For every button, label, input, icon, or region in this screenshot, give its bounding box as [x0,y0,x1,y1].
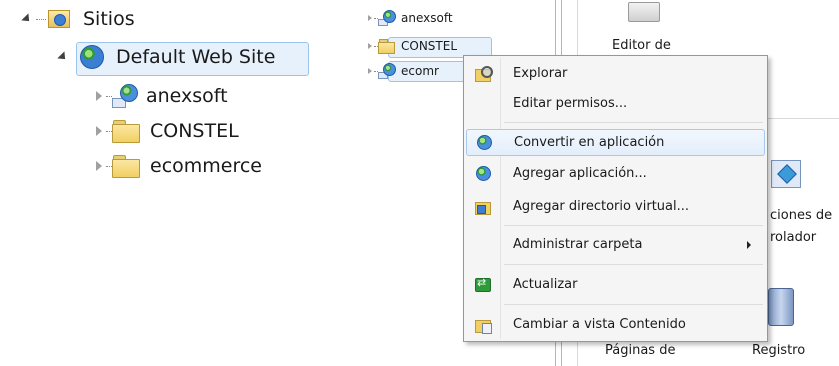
tree-node-sitios[interactable]: Sitios [20,8,135,30]
feature-label: ciones de [770,208,833,223]
sites-icon [48,10,70,28]
menu-separator [504,225,763,226]
menu-item-administrar-carpeta[interactable]: Administrar carpeta [466,231,765,258]
application-icon [378,63,396,79]
menu-item-agregar-aplicacion[interactable]: Agregar aplicación... [466,160,765,187]
menu-item-cambiar-a-vista-contenido[interactable]: Cambiar a vista Contenido [466,311,765,338]
application-icon [378,10,396,26]
feature-label: Páginas de [605,343,676,358]
virtual-directory-icon [475,200,491,215]
expand-arrow-icon[interactable] [368,43,372,49]
tree-node-label: Default Web Site [116,46,276,68]
expand-arrow-icon[interactable] [92,159,106,173]
tree-node-label: ecommerce [150,155,262,177]
folder-icon [112,120,140,143]
tree-node-default-web-site[interactable]: Default Web Site [56,45,275,69]
menu-separator [504,122,763,123]
mini-tree-label: ecomr [401,64,439,78]
collapse-arrow-icon[interactable] [20,12,34,26]
globe-app-icon [476,135,492,150]
globe-app-icon [475,166,491,181]
menu-item-convertir-en-aplicacion[interactable]: Convertir en aplicación [466,129,765,156]
folder-icon [112,155,140,178]
controller-mapping-icon [771,160,801,188]
expand-arrow-icon[interactable] [368,68,372,74]
menu-item-label: Cambiar a vista Contenido [513,317,686,332]
feature-label: rolador [770,230,817,245]
collapse-arrow-icon[interactable] [56,50,70,64]
tree-node-anexsoft[interactable]: anexsoft [92,84,228,108]
menu-item-explorar[interactable]: Explorar [466,60,765,87]
menu-item-editar-permisos[interactable]: Editar permisos... [466,90,765,117]
menu-item-label: Editar permisos... [513,96,628,111]
log-icon [768,288,794,326]
menu-item-label: Explorar [513,66,568,81]
menu-item-agregar-directorio-virtual[interactable]: Agregar directorio virtual... [466,193,765,220]
menu-item-label: Agregar directorio virtual... [513,199,690,214]
refresh-icon [475,276,491,292]
mini-tree-item-constel[interactable]: CONSTEL [368,39,458,54]
mini-tree-item-anexsoft[interactable]: anexsoft [368,10,453,26]
explore-icon [475,65,493,82]
feature-label: Editor de [612,38,671,53]
content-view-icon [475,317,492,334]
feature-label: Registro [752,343,806,358]
submenu-arrow-icon [747,240,751,249]
menu-separator [504,304,763,305]
tree-node-constel[interactable]: CONSTEL [92,120,239,143]
menu-item-label: Administrar carpeta [513,237,643,252]
menu-item-actualizar[interactable]: Actualizar [466,271,765,298]
folder-icon [378,39,395,54]
menu-item-label: Actualizar [513,277,578,292]
editor-icon [628,2,660,22]
menu-item-label: Convertir en aplicación [514,135,665,150]
expand-arrow-icon[interactable] [368,15,372,21]
mini-tree-item-ecommerce[interactable]: ecomr [368,63,439,79]
context-menu: Explorar Editar permisos... Convertir en… [463,55,768,342]
mini-tree-label: anexsoft [401,11,453,25]
tree-node-label: anexsoft [146,85,228,107]
tree-node-label: CONSTEL [150,120,239,142]
expand-arrow-icon[interactable] [92,89,106,103]
menu-item-label: Agregar aplicación... [513,166,647,181]
tree-node-ecommerce[interactable]: ecommerce [92,155,262,178]
application-icon [112,84,138,108]
menu-separator [504,264,763,265]
globe-icon [80,45,104,69]
mini-tree-label: CONSTEL [401,39,458,53]
tree-node-label: Sitios [83,8,135,30]
expand-arrow-icon[interactable] [92,124,106,138]
